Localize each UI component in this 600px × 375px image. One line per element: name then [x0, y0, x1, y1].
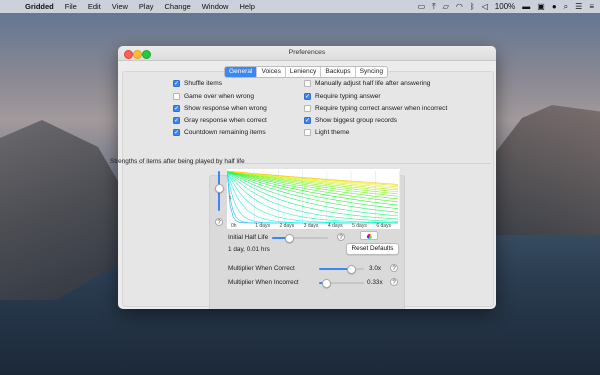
option-game-over-when-wrong[interactable]: Game over when wrong	[173, 93, 254, 100]
multiplier-incorrect-help-button[interactable]: ?	[390, 278, 398, 286]
checkbox[interactable]	[173, 93, 180, 100]
checkbox[interactable]: ✓	[304, 117, 311, 124]
desktop-rock-right	[480, 105, 600, 235]
option-require-typing-correct-answer[interactable]: Require typing correct answer when incor…	[304, 105, 447, 112]
half-life-help-button[interactable]: ?	[337, 233, 345, 241]
notification-center-icon[interactable]: ≡	[589, 0, 594, 13]
tab-voices[interactable]: Voices	[257, 67, 286, 77]
window-title: Preferences	[288, 49, 326, 56]
graph-title: Strengths of items after being played by…	[110, 158, 245, 165]
graph-x-tick-label: 3 days	[304, 223, 319, 229]
option-label: Gray response when correct	[184, 117, 267, 124]
menu-help[interactable]: Help	[239, 2, 254, 11]
user-icon[interactable]: ●	[552, 0, 557, 13]
notification-icon[interactable]: ▭	[418, 0, 426, 13]
menu-app-name[interactable]: Gridded	[25, 2, 54, 11]
initial-half-life-slider[interactable]	[272, 234, 328, 243]
tab-backups[interactable]: Backups	[321, 67, 356, 77]
bluetooth-icon[interactable]: ᛒ	[470, 0, 475, 13]
airplay-icon[interactable]: ▱	[443, 0, 449, 13]
checkbox[interactable]: ✓	[304, 93, 311, 100]
option-label: Game over when wrong	[184, 93, 255, 100]
graph-x-tick-label: 5 days	[352, 223, 367, 229]
graph-y-label: 1	[229, 195, 232, 200]
menubar: Gridded File Edit View Play Change Windo…	[0, 0, 600, 13]
color-wheel-icon	[367, 233, 372, 239]
multiplier-correct-label: Multiplier When Correct	[228, 265, 295, 272]
tab-leniency[interactable]: Leniency	[286, 67, 322, 77]
checkbox[interactable]: ✓	[173, 80, 180, 87]
graph-x-tick-label: 6 days	[376, 223, 391, 229]
option-gray-response-when-correct[interactable]: ✓ Gray response when correct	[173, 117, 267, 124]
checkbox[interactable]	[304, 105, 311, 112]
checkbox[interactable]: ✓	[173, 117, 180, 124]
graph-x-tick-label: 2 days	[279, 223, 294, 229]
upload-icon[interactable]: ⤒	[432, 0, 436, 13]
window-titlebar[interactable]: Preferences	[118, 46, 496, 61]
menu-change[interactable]: Change	[165, 2, 191, 11]
graph-x-tick-label: 1 days	[255, 223, 270, 229]
search-icon[interactable]: ⌕	[564, 0, 568, 13]
menu-file[interactable]: File	[65, 2, 77, 11]
battery-percent[interactable]: 100%	[495, 0, 515, 13]
reset-defaults-button[interactable]: Reset Defaults	[346, 243, 399, 255]
option-label: Show response when wrong	[184, 105, 267, 112]
multiplier-incorrect-label: Multiplier When Incorrect	[228, 279, 299, 286]
option-show-biggest-group-records[interactable]: ✓ Show biggest group records	[304, 117, 397, 124]
preferences-tabbar: General Voices Leniency Backups Syncing	[224, 66, 389, 78]
option-manually-adjust-half-life[interactable]: Manually adjust half life after answerin…	[304, 80, 430, 87]
checkbox[interactable]: ✓	[173, 105, 180, 112]
menu-view[interactable]: View	[112, 2, 128, 11]
graph-help-button[interactable]: ?	[215, 218, 223, 226]
strength-graph-canvas: 1 0h 1 days 2 days 3 days 4 days 5 days 6 days	[227, 170, 400, 229]
checkbox[interactable]	[304, 80, 311, 87]
multiplier-correct-value: 3.0x	[369, 265, 382, 272]
graph-x-tick-label: 4 days	[328, 223, 343, 229]
multiplier-correct-help-button[interactable]: ?	[390, 264, 398, 272]
half-life-value: 1 day, 0.01 hrs	[228, 246, 270, 253]
option-label: Require typing correct answer when incor…	[315, 105, 448, 112]
wifi-icon[interactable]: ◠	[456, 0, 463, 13]
option-label: Require typing answer	[315, 93, 381, 100]
option-countdown-remaining-items[interactable]: ✓ Countdown remaining items	[173, 129, 266, 136]
slider-knob[interactable]	[347, 265, 356, 274]
graph-color-well[interactable]	[360, 231, 378, 240]
option-label: Shuffle items	[184, 80, 222, 87]
option-label: Countdown remaining items	[184, 129, 266, 136]
menu-edit[interactable]: Edit	[88, 2, 101, 11]
option-light-theme[interactable]: Light theme	[304, 129, 349, 136]
checkbox[interactable]	[304, 129, 311, 136]
graph-x-tick-label: 0h	[231, 223, 237, 229]
volume-icon[interactable]: ◁	[482, 0, 488, 13]
initial-half-life-label: Initial Half Life	[228, 234, 269, 241]
multiplier-incorrect-slider[interactable]	[319, 279, 364, 288]
tab-general[interactable]: General	[225, 67, 258, 77]
slider-knob[interactable]	[215, 184, 224, 193]
option-label: Light theme	[315, 129, 350, 136]
multiplier-correct-slider[interactable]	[319, 265, 364, 274]
display-icon[interactable]: ▣	[537, 0, 545, 13]
battery-icon[interactable]: ▬	[522, 0, 530, 13]
graph-vertical-slider[interactable]	[215, 171, 224, 211]
tab-syncing[interactable]: Syncing	[356, 67, 387, 77]
option-label: Show biggest group records	[315, 117, 398, 124]
option-label: Manually adjust half life after answerin…	[315, 80, 431, 87]
strength-graph: 1 0h 1 days 2 days 3 days 4 days 5 days 6 days	[227, 169, 400, 229]
option-shuffle-items[interactable]: ✓ Shuffle items	[173, 80, 222, 87]
status-area: ▭ ⤒ ▱ ◠ ᛒ ◁ 100% ▬ ▣ ● ⌕ ☰ ≡	[418, 0, 594, 13]
option-show-response-when-wrong[interactable]: ✓ Show response when wrong	[173, 105, 267, 112]
option-require-typing-answer[interactable]: ✓ Require typing answer	[304, 93, 381, 100]
slider-fill	[319, 268, 351, 270]
multiplier-incorrect-value: 0.33x	[367, 279, 383, 286]
control-center-icon[interactable]: ☰	[575, 0, 582, 13]
menu-window[interactable]: Window	[202, 2, 229, 11]
checkbox[interactable]: ✓	[173, 129, 180, 136]
menu-play[interactable]: Play	[139, 2, 154, 11]
